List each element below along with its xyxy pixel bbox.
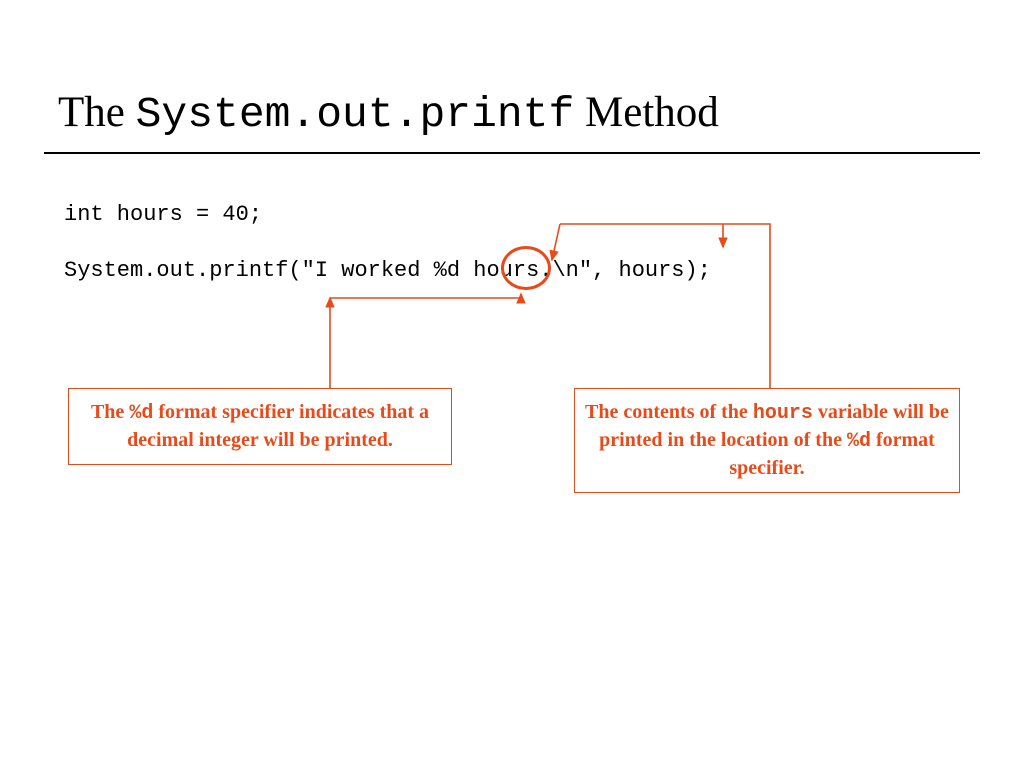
horizontal-rule [44, 152, 980, 154]
callout-left-part1: The [91, 401, 129, 423]
callout-left-part2: format specifier indicates that a decima… [127, 401, 429, 451]
callout-format-specifier: The %d format specifier indicates that a… [68, 388, 452, 465]
callout-right-mono1: hours [753, 402, 813, 425]
page-title: The System.out.printf Method [58, 88, 719, 139]
callout-right-part1: The contents of the [585, 401, 753, 423]
title-mono: System.out.printf [136, 90, 575, 139]
code-line-1: int hours = 40; [64, 202, 262, 227]
title-prefix: The [58, 89, 136, 136]
highlight-circle [501, 246, 551, 290]
slide: The System.out.printf Method int hours =… [0, 0, 1024, 768]
callout-left-mono: %d [129, 402, 153, 425]
arrow-right-vertical [723, 224, 770, 388]
arrow-into-circle-right [552, 224, 560, 260]
code-line-2: System.out.printf("I worked %d hours.\n"… [64, 258, 711, 283]
callout-variable-contents: The contents of the hours variable will … [574, 388, 960, 493]
title-suffix: Method [574, 89, 719, 136]
callout-right-mono2: %d [847, 430, 871, 453]
